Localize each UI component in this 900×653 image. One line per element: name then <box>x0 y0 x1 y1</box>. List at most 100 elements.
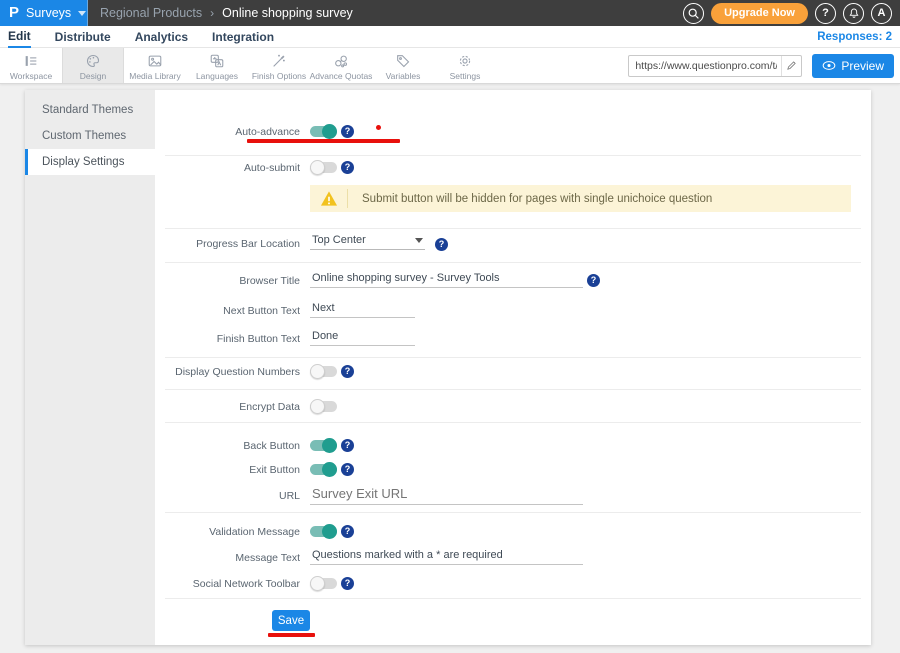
edit-url-button[interactable] <box>781 56 801 76</box>
warning-triangle-icon <box>310 189 348 208</box>
chain-link-icon <box>333 53 349 69</box>
tab-label: Workspace <box>10 71 52 81</box>
survey-url-input[interactable] <box>629 60 781 72</box>
tab-label: Settings <box>450 71 481 81</box>
divider <box>165 155 861 156</box>
divider <box>165 512 861 513</box>
encrypt-data-toggle[interactable] <box>310 399 337 414</box>
preview-label: Preview <box>841 59 884 73</box>
sidebar-item-display-settings[interactable]: Display Settings <box>25 149 155 175</box>
workspace-icon <box>23 53 39 69</box>
sidebar-item-standard-themes[interactable]: Standard Themes <box>25 97 155 123</box>
search-icon <box>687 7 700 20</box>
back-button-toggle[interactable] <box>310 438 337 453</box>
nav-item-integration[interactable]: Integration <box>212 27 274 47</box>
auto-submit-label: Auto-submit <box>155 162 300 174</box>
divider <box>165 262 861 263</box>
display-question-numbers-help-icon[interactable]: ? <box>341 365 354 378</box>
bell-icon <box>848 7 860 19</box>
tab-advance-quotas[interactable]: Advance Quotas <box>310 48 372 83</box>
account-avatar[interactable]: A <box>871 3 892 24</box>
tab-label: Media Library <box>129 71 181 81</box>
eye-icon <box>822 60 836 71</box>
translate-icon <box>209 53 225 69</box>
breadcrumb-separator-icon: › <box>210 6 214 20</box>
progress-bar-location-select[interactable]: Top Center <box>310 234 425 250</box>
tab-settings[interactable]: Settings <box>434 48 496 83</box>
progress-bar-location-value: Top Center <box>312 234 366 246</box>
divider <box>165 357 861 358</box>
tab-label: Variables <box>386 71 421 81</box>
auto-advance-help-icon[interactable]: ? <box>341 125 354 138</box>
content-card: Standard Themes Custom Themes Display Se… <box>25 90 871 645</box>
validation-message-toggle[interactable] <box>310 524 337 539</box>
warning-text: Submit button will be hidden for pages w… <box>348 193 712 205</box>
auto-submit-toggle[interactable] <box>310 160 337 175</box>
display-settings-panel: Auto-advance ? Auto-submit ? Submit butt… <box>155 90 871 645</box>
exit-button-help-icon[interactable]: ? <box>341 463 354 476</box>
browser-title-help-icon[interactable]: ? <box>587 274 600 287</box>
browser-title-input[interactable] <box>310 271 583 288</box>
product-name: Surveys <box>26 6 71 20</box>
exit-url-input[interactable] <box>310 485 583 505</box>
validation-message-label: Validation Message <box>155 526 300 538</box>
tag-icon <box>395 53 411 69</box>
sidebar-item-custom-themes[interactable]: Custom Themes <box>25 123 155 149</box>
image-icon <box>147 53 163 69</box>
social-network-toolbar-toggle[interactable] <box>310 576 337 591</box>
responses-count[interactable]: Responses: 2 <box>817 31 900 43</box>
top-header: P Surveys Regional Products › Online sho… <box>0 0 900 26</box>
survey-nav: Edit Distribute Analytics Integration Re… <box>0 26 900 48</box>
breadcrumb-current: Online shopping survey <box>222 6 353 20</box>
next-button-text-input[interactable] <box>310 301 415 318</box>
gear-icon <box>457 53 473 69</box>
notifications-button[interactable] <box>843 3 864 24</box>
next-button-text-label: Next Button Text <box>155 305 300 317</box>
tab-variables[interactable]: Variables <box>372 48 434 83</box>
search-button[interactable] <box>683 3 704 24</box>
tab-design[interactable]: Design <box>62 48 124 83</box>
themes-sidebar: Standard Themes Custom Themes Display Se… <box>25 90 155 645</box>
save-button[interactable]: Save <box>272 610 310 631</box>
design-toolbar: Workspace Design Media Library Languages… <box>0 48 900 84</box>
tab-label: Finish Options <box>252 71 306 81</box>
pencil-icon <box>786 60 797 71</box>
divider <box>165 228 861 229</box>
nav-item-analytics[interactable]: Analytics <box>135 27 188 47</box>
message-text-label: Message Text <box>155 552 300 564</box>
help-button[interactable]: ? <box>815 3 836 24</box>
display-question-numbers-toggle[interactable] <box>310 364 337 379</box>
tab-languages[interactable]: Languages <box>186 48 248 83</box>
tab-workspace[interactable]: Workspace <box>0 48 62 83</box>
exit-button-toggle[interactable] <box>310 462 337 477</box>
preview-button[interactable]: Preview <box>812 54 894 78</box>
exit-url-label: URL <box>155 490 300 502</box>
tab-finish-options[interactable]: Finish Options <box>248 48 310 83</box>
annotation-underline <box>247 139 400 143</box>
divider <box>165 422 861 423</box>
header-actions: Upgrade Now ? A <box>683 3 900 24</box>
tab-media-library[interactable]: Media Library <box>124 48 186 83</box>
divider <box>165 598 861 599</box>
social-network-toolbar-label: Social Network Toolbar <box>155 578 300 590</box>
auto-submit-warning: Submit button will be hidden for pages w… <box>310 185 851 212</box>
back-button-help-icon[interactable]: ? <box>341 439 354 452</box>
finish-button-text-label: Finish Button Text <box>155 333 300 345</box>
upgrade-now-button[interactable]: Upgrade Now <box>711 3 808 24</box>
validation-message-help-icon[interactable]: ? <box>341 525 354 538</box>
tab-label: Advance Quotas <box>310 71 373 81</box>
back-button-label: Back Button <box>155 440 300 452</box>
nav-item-distribute[interactable]: Distribute <box>55 27 111 47</box>
tab-label: Design <box>80 71 106 81</box>
nav-item-edit[interactable]: Edit <box>8 26 31 48</box>
product-switcher[interactable]: P Surveys <box>0 0 88 26</box>
message-text-input[interactable] <box>310 548 583 565</box>
finish-button-text-input[interactable] <box>310 329 415 346</box>
social-network-toolbar-help-icon[interactable]: ? <box>341 577 354 590</box>
annotation-dot <box>376 125 381 130</box>
breadcrumb-parent[interactable]: Regional Products <box>100 6 202 20</box>
auto-advance-toggle[interactable] <box>310 124 337 139</box>
auto-advance-label: Auto-advance <box>155 126 300 138</box>
progress-bar-help-icon[interactable]: ? <box>435 238 448 251</box>
auto-submit-help-icon[interactable]: ? <box>341 161 354 174</box>
